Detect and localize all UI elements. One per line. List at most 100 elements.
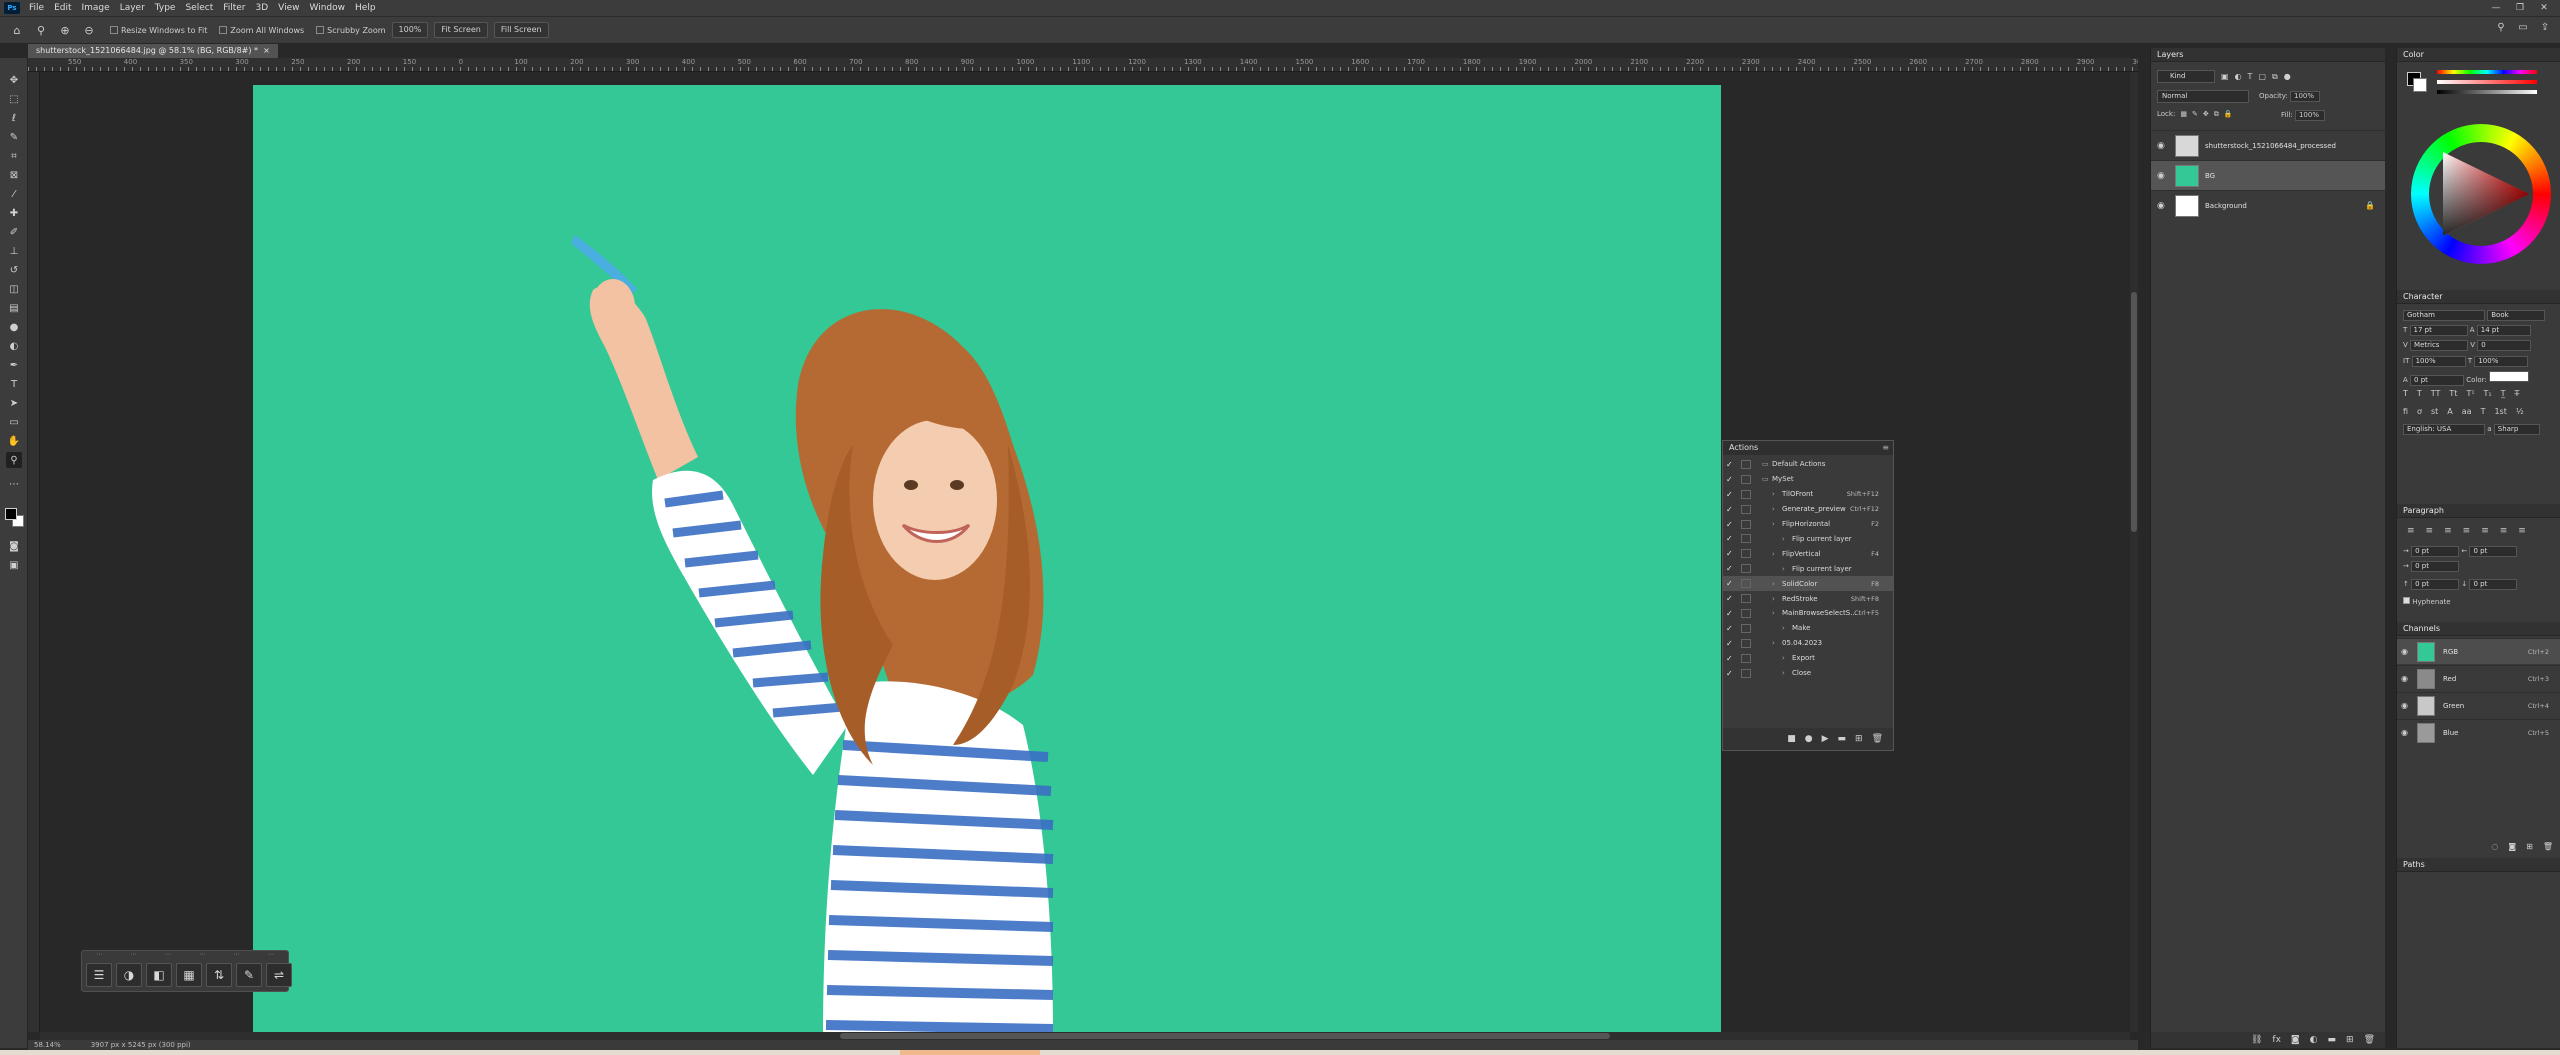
vertical-scrollbar[interactable] [2130,72,2138,1032]
screen-mode-icon[interactable]: ▣ [6,557,22,573]
lasso-tool-icon[interactable]: ℓ [6,110,22,126]
check-icon[interactable]: ✓ [1726,460,1736,469]
kerning-input[interactable]: Metrics [2410,340,2469,351]
crop-tool-icon[interactable]: ⌗ [6,148,22,164]
menu-window[interactable]: Window [305,0,351,16]
color-triangle[interactable] [2429,142,2533,246]
space-after-input[interactable]: 0 pt [2469,579,2518,590]
leading-input[interactable]: 14 pt [2476,325,2531,336]
visibility-eye-icon[interactable]: ◉ [2401,647,2413,656]
shape-filter-icon[interactable]: ▢ [2258,72,2266,81]
justify-left-icon[interactable]: ≡ [2463,526,2471,536]
channel-row[interactable]: ◉ RGB Ctrl+2 [2397,638,2560,664]
fill-input[interactable]: 100% [2294,110,2325,121]
actions-panel-header[interactable]: Actions ≡ [1723,441,1893,455]
blur-tool-icon[interactable]: ● [6,319,22,335]
trash-icon[interactable]: 🗑 [2364,1035,2375,1045]
visibility-eye-icon[interactable]: ◉ [2157,201,2171,211]
settings-sliders-icon[interactable]: ⇌ [266,963,292,987]
faux-italic-icon[interactable]: T [2417,389,2422,398]
fraction-icon[interactable]: 1st [2494,407,2506,416]
clone-stamp-icon[interactable]: ⊥ [6,243,22,259]
tracking-input[interactable]: 0 [2477,340,2532,351]
lock-artboard-icon[interactable]: ⧉ [2214,110,2219,119]
more-tools-icon[interactable]: ⋯ [6,476,22,492]
document-canvas[interactable] [253,85,1721,1035]
menu-view[interactable]: View [273,0,304,16]
action-item[interactable]: ✓ › FlipHorizontal F2 [1723,517,1893,532]
delete-channel-icon[interactable]: 🗑 [2543,842,2553,852]
check-icon[interactable]: ✓ [1726,505,1736,514]
justify-all-icon[interactable]: ≡ [2518,526,2526,536]
home-icon[interactable]: ⌂ [8,21,26,39]
channel-row[interactable]: ◉ Green Ctrl+4 [2397,692,2560,718]
menu-filter[interactable]: Filter [218,0,250,16]
expand-icon[interactable]: › [1772,609,1782,617]
check-icon[interactable]: ✓ [1726,654,1736,663]
dialog-toggle-icon[interactable] [1741,668,1751,678]
action-item[interactable]: ✓ › Export [1723,651,1893,666]
indent-right-input[interactable]: 0 pt [2469,546,2518,557]
indent-first-input[interactable]: 0 pt [2411,561,2460,572]
justify-center-icon[interactable]: ≡ [2481,526,2489,536]
check-icon[interactable]: ✓ [1726,475,1736,484]
vertical-scale-input[interactable]: 100% [2411,356,2466,367]
language-select[interactable]: English: USA [2403,424,2485,435]
foreground-color-swatch[interactable] [5,508,17,520]
opacity-input[interactable]: 100% [2290,91,2321,102]
swash-icon[interactable]: A [2447,407,2452,416]
dialog-toggle-icon[interactable] [1741,459,1751,469]
rectangle-tool-icon[interactable]: ▭ [6,414,22,430]
blend-mode-select[interactable]: Normal [2157,90,2249,103]
paths-tab[interactable]: Paths [2397,858,2560,872]
small-caps-icon[interactable]: Tt [2449,389,2457,398]
expand-icon[interactable]: › [1772,580,1782,588]
color-bg-swatch[interactable] [2413,78,2427,92]
saturation-slider[interactable] [2437,80,2537,84]
layer-thumbnail[interactable] [2175,134,2199,157]
history-brush-icon[interactable]: ↺ [6,262,22,278]
menu-help[interactable]: Help [350,0,381,16]
zoom-in-icon[interactable]: ⊕ [56,21,74,39]
folder-icon[interactable]: ▭ [1762,460,1772,468]
new-set-icon[interactable]: ▬ [1838,734,1847,744]
play-icon[interactable]: ▶ [1822,734,1829,744]
move-tool-icon[interactable]: ✥ [6,72,22,88]
space-before-input[interactable]: 0 pt [2411,579,2460,590]
table-grid-icon[interactable]: ▦ [176,963,202,987]
underline-icon[interactable]: T̲ [2501,389,2506,398]
zoom-tool-selected-icon[interactable]: ⚲ [6,452,22,468]
lock-position-icon[interactable]: ✥ [2203,110,2209,119]
expand-icon[interactable]: › [1772,490,1782,498]
justify-right-icon[interactable]: ≡ [2500,526,2508,536]
check-icon[interactable]: ✓ [1726,490,1736,499]
expand-icon[interactable]: › [1772,639,1782,647]
healing-brush-icon[interactable]: ✚ [6,205,22,221]
visibility-eye-icon[interactable]: ◉ [2401,728,2413,737]
zoom-tool-icon[interactable]: ⚲ [32,21,50,39]
adjust-filter-icon[interactable]: ◐ [2235,72,2242,81]
dialog-toggle-icon[interactable] [1741,489,1751,499]
check-icon[interactable]: ✓ [1726,609,1736,618]
record-icon[interactable]: ● [1805,734,1813,744]
channel-row[interactable]: ◉ Blue Ctrl+5 [2397,719,2560,745]
action-item[interactable]: ✓ › RedStroke Shift+F8 [1723,591,1893,606]
brush-tool-icon[interactable]: ✐ [6,224,22,240]
kind-select[interactable]: Kind [2157,70,2215,83]
faux-bold-icon[interactable]: T [2403,389,2408,398]
quick-mask-icon[interactable]: ◙ [6,538,22,554]
load-channel-icon[interactable]: ◌ [2491,842,2498,852]
action-item[interactable]: ✓ › SolidColor F8 [1723,576,1893,592]
action-item[interactable]: ✓ › Close [1723,666,1893,681]
hyphenate-checkbox[interactable] [2403,597,2410,604]
foreground-background-colors[interactable] [5,508,25,528]
workspace-icon[interactable]: ▭ [2516,22,2530,36]
menu-type[interactable]: Type [150,0,181,16]
search-icon[interactable]: ⚲ [2494,22,2508,36]
stop-icon[interactable]: ■ [1787,734,1796,744]
frame-tool-icon[interactable]: ⊠ [6,167,22,183]
save-selection-icon[interactable]: ◙ [2508,842,2516,852]
titling-icon[interactable]: aa [2462,407,2472,416]
new-channel-icon[interactable]: ⊞ [2526,842,2533,852]
eraser-tool-icon[interactable]: ◫ [6,281,22,297]
